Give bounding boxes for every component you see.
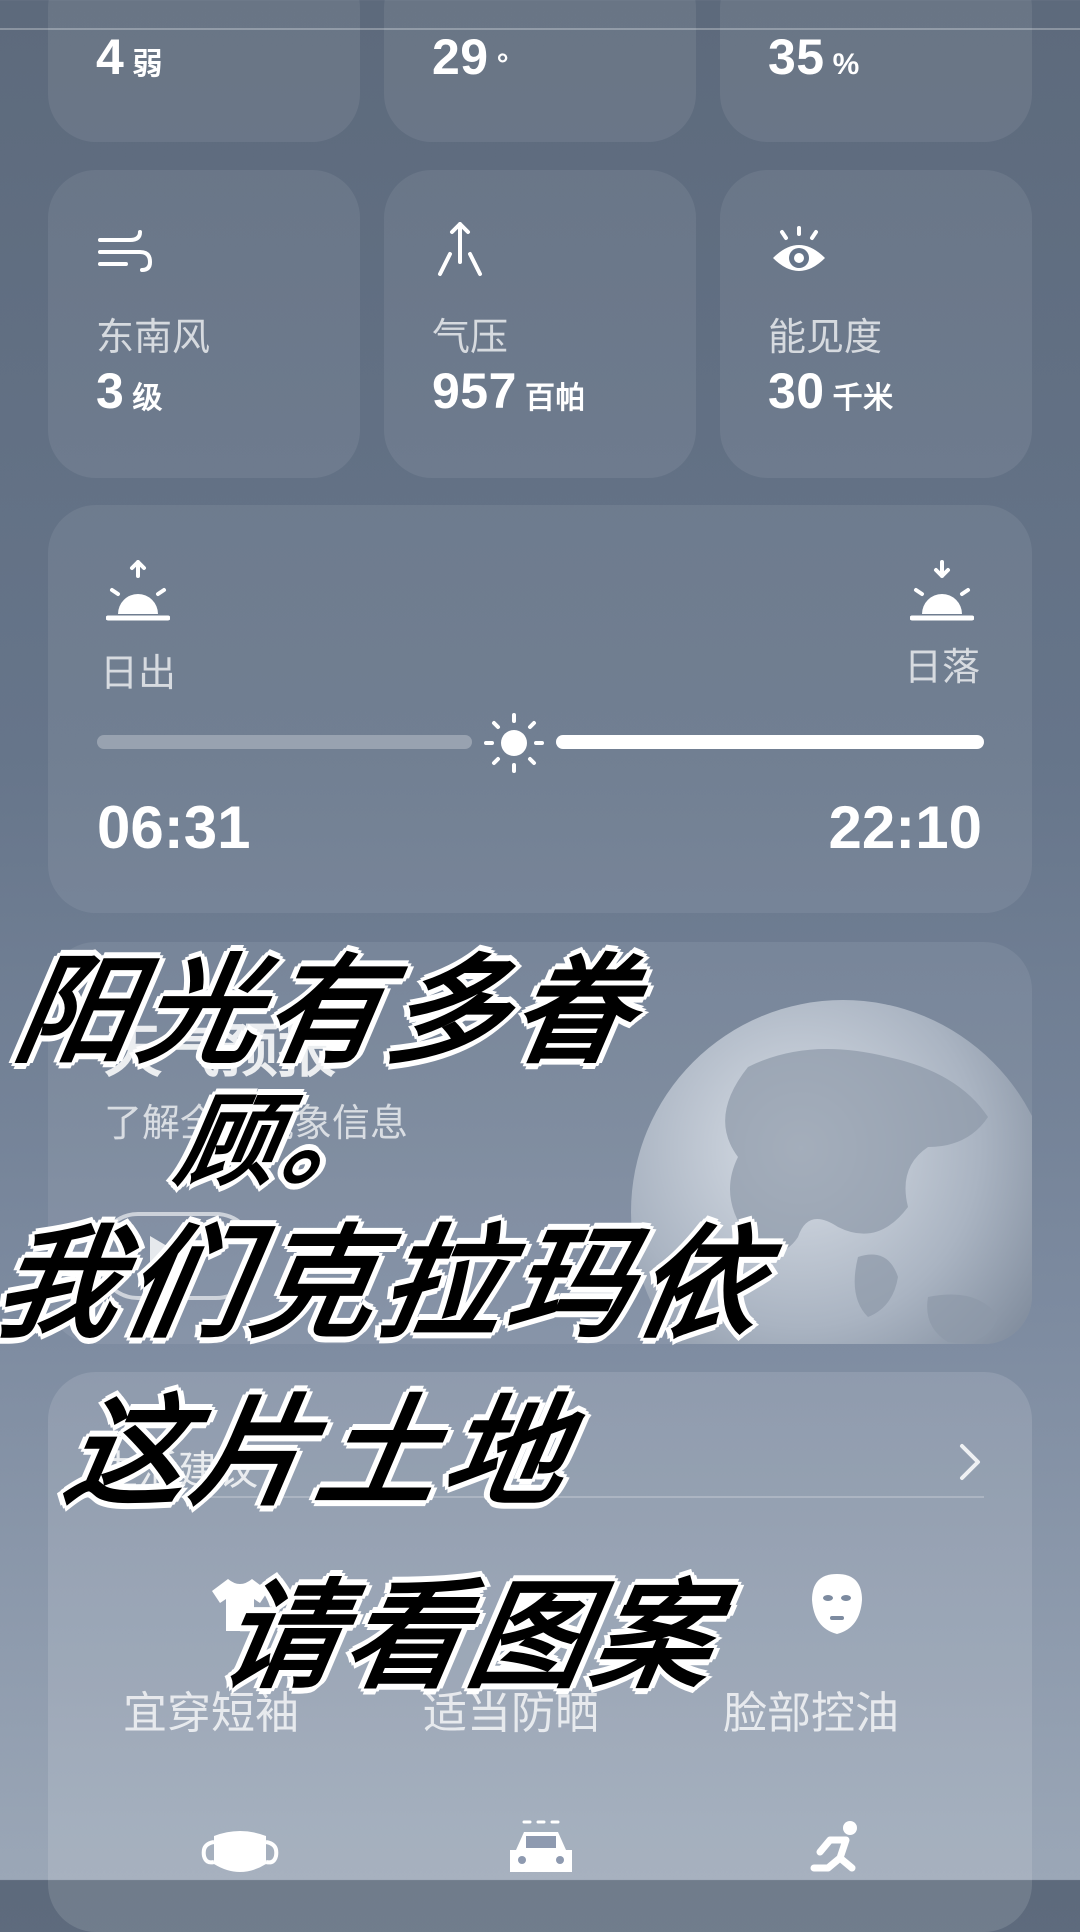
chevron-right-icon[interactable] — [958, 1442, 982, 1482]
sun-position-icon — [483, 713, 544, 773]
sunrise-icon — [106, 560, 170, 621]
sunrise-label: 日出 — [100, 651, 177, 695]
visibility-value: 30 千米 — [768, 363, 894, 419]
pressure-card[interactable]: 气压 957 百帕 — [384, 170, 696, 478]
wind-label: 东南风 — [96, 315, 211, 359]
car-icon — [510, 1820, 572, 1872]
overlay-text-line: 这片土地 — [55, 1382, 585, 1523]
feels-like-card[interactable]: 29 ° — [384, 0, 696, 142]
pressure-icon — [438, 222, 482, 276]
sunset-label: 日落 — [904, 645, 981, 689]
eye-icon — [773, 226, 825, 271]
humidity-value: 35% — [768, 29, 860, 85]
advice-item-label: 脸部控油 — [723, 1688, 899, 1739]
face-mask-icon — [812, 1574, 862, 1634]
uv-card[interactable]: 4弱 — [48, 0, 360, 142]
overlay-text-line: 我们克拉玛依 — [0, 1211, 780, 1355]
wind-card[interactable]: 东南风 3级 — [48, 170, 360, 478]
wind-value: 3级 — [96, 363, 163, 419]
wind-icon — [98, 230, 152, 272]
visibility-label: 能见度 — [768, 315, 883, 359]
mask-icon — [201, 1831, 279, 1872]
overlay-text-line: 顾。 — [168, 1082, 401, 1200]
daylight-remaining-track — [555, 735, 984, 749]
visibility-card[interactable]: 能见度 30 千米 — [720, 170, 1032, 478]
daylight-elapsed-track — [97, 735, 472, 749]
running-icon — [810, 1821, 857, 1872]
feels-like-value: 29 ° — [432, 29, 510, 85]
humidity-card[interactable]: 35% — [720, 0, 1032, 142]
sunset-icon — [910, 560, 974, 621]
pressure-label: 气压 — [432, 315, 509, 359]
pressure-value: 957 百帕 — [432, 363, 586, 419]
overlay-text-line: 请看图案 — [210, 1566, 732, 1705]
sunset-time: 22:10 — [828, 794, 982, 861]
uv-value: 4弱 — [96, 29, 163, 85]
sunrise-time: 06:31 — [97, 794, 251, 861]
